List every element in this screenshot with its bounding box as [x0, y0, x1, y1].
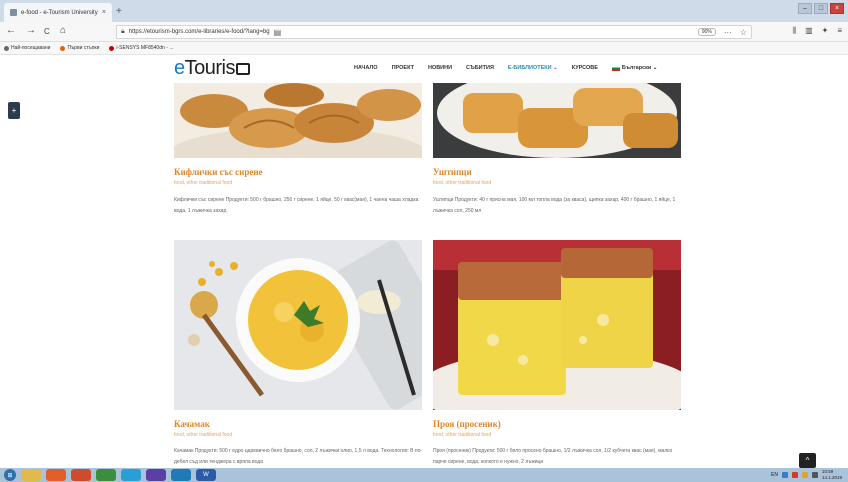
recipe-image[interactable]	[174, 240, 422, 410]
browser-titlebar: e-food - e-Tourism University × + – □ ×	[0, 0, 848, 22]
reader-view-icon[interactable]: ▤	[274, 28, 282, 37]
url-text[interactable]: https://etourism-bgrs.com/e-libraries/e-…	[129, 29, 270, 35]
back-button[interactable]: ←	[6, 25, 16, 36]
side-panel-toggle[interactable]: +	[8, 102, 20, 119]
site-header: eTouris НАЧАЛО ПРОЕКТ НОВИНИ СЪБИТИЯ E-Б…	[0, 55, 848, 83]
bookmarks-bar: Най-посещавани Първи стъпки i-SENSYS MF8…	[0, 42, 848, 55]
suitcase-icon	[235, 63, 250, 75]
recipe-title[interactable]: Уштипци	[433, 167, 472, 177]
skype-icon[interactable]	[171, 469, 191, 481]
windows-taskbar: ⊞ W EN 10:59 14.1.2019	[0, 468, 848, 482]
antivirus-icon[interactable]	[791, 472, 798, 478]
croissant-photo	[174, 83, 422, 158]
clock[interactable]: 10:59 14.1.2019	[822, 469, 842, 481]
new-tab-button[interactable]: +	[116, 6, 122, 17]
bookmark-item[interactable]: Най-посещавани	[4, 45, 50, 51]
site-logo[interactable]: eTouris	[174, 57, 250, 80]
url-bar[interactable]: 🔒︎ https://etourism-bgrs.com/e-libraries…	[116, 25, 752, 39]
home-button[interactable]: ⌂	[60, 25, 66, 36]
bookmark-item[interactable]: i-SENSYS MF8540dn - ...	[109, 45, 173, 51]
menu-item-events[interactable]: СЪБИТИЯ	[466, 65, 494, 71]
recipe-description: Уштипци Продукти: 40 г прясна мая, 100 м…	[433, 197, 676, 214]
menu-item-project[interactable]: ПРОЕКТ	[392, 65, 414, 71]
recipe-categories[interactable]: food, other traditional food	[433, 180, 491, 186]
menu-item-news[interactable]: НОВИНИ	[428, 65, 452, 71]
browser-toolbar-right: ⫼ ▥ ✦ ≡	[792, 26, 842, 36]
forward-button[interactable]: →	[26, 25, 36, 36]
recipe-title[interactable]: Проя (просеник)	[433, 419, 501, 429]
menu-icon[interactable]: ≡	[837, 26, 842, 36]
start-button[interactable]: ⊞	[4, 469, 16, 481]
recipe-description: Кифлички със сирене Продукти: 500 г браш…	[174, 197, 419, 214]
menu-item-e-libraries[interactable]: E-БИБЛИОТЕКИ ⌄	[508, 65, 558, 71]
close-window-button[interactable]: ×	[830, 3, 844, 14]
lock-icon: 🔒︎	[121, 28, 125, 35]
library-icon[interactable]: ⫼	[792, 26, 796, 36]
maximize-button[interactable]: □	[814, 3, 828, 14]
menu-item-courses[interactable]: КУРСОВЕ	[572, 65, 598, 71]
kachamak-photo	[174, 240, 422, 410]
gear-icon	[4, 45, 9, 51]
canon-icon	[109, 45, 115, 51]
zoom-level[interactable]: 90%	[697, 28, 716, 36]
update-icon[interactable]	[801, 472, 808, 478]
sidebar-icon[interactable]: ▥	[805, 26, 813, 36]
recipe-image[interactable]	[174, 83, 422, 158]
recipe-description: Качамак Продукти: 500 г едро царевично б…	[174, 448, 423, 465]
reload-button[interactable]: C	[44, 27, 50, 36]
firefox-icon[interactable]	[46, 469, 66, 481]
browser-navbar: ← → C ⌂ 🔒︎ https://etourism-bgrs.com/e-l…	[0, 22, 848, 42]
system-tray: EN 10:59 14.1.2019	[771, 469, 848, 481]
recipe-categories[interactable]: food, other traditional food	[174, 432, 232, 438]
language-selector[interactable]: Български ⌄	[611, 65, 657, 71]
volume-icon[interactable]	[811, 472, 818, 478]
browser-tab[interactable]: e-food - e-Tourism University ×	[4, 3, 112, 22]
page-actions-icon[interactable]: ···	[724, 28, 732, 37]
fritters-photo	[433, 83, 681, 158]
recipe-categories[interactable]: food, other traditional food	[174, 180, 232, 186]
tab-close-icon[interactable]: ×	[102, 9, 106, 16]
tab-favicon-icon	[10, 9, 17, 16]
input-language[interactable]: EN	[771, 472, 778, 478]
web-page: eTouris НАЧАЛО ПРОЕКТ НОВИНИ СЪБИТИЯ E-Б…	[0, 55, 848, 468]
internet-explorer-icon[interactable]	[121, 469, 141, 481]
bookmark-star-icon[interactable]: ☆	[740, 28, 747, 37]
word-icon[interactable]: W	[196, 469, 216, 481]
recipe-image[interactable]	[433, 240, 681, 410]
media-player-icon[interactable]	[71, 469, 91, 481]
recipe-categories[interactable]: food, other traditional food	[433, 432, 491, 438]
firefox-icon	[60, 45, 66, 51]
bulgarian-flag-icon	[611, 65, 620, 71]
tab-title: e-food - e-Tourism University	[21, 9, 98, 16]
extension-icon[interactable]: ✦	[822, 26, 829, 36]
recipe-title[interactable]: Качамак	[174, 419, 210, 429]
chrome-icon[interactable]	[96, 469, 116, 481]
main-menu: НАЧАЛО ПРОЕКТ НОВИНИ СЪБИТИЯ E-БИБЛИОТЕК…	[354, 65, 657, 71]
scroll-to-top-button[interactable]: ^	[799, 453, 816, 468]
viber-icon[interactable]	[146, 469, 166, 481]
explorer-icon[interactable]	[21, 469, 41, 481]
menu-item-home[interactable]: НАЧАЛО	[354, 65, 378, 71]
bookmark-item[interactable]: Първи стъпки	[60, 45, 99, 51]
recipe-description: Проя (просеник) Продукти: 500 г бяло про…	[433, 448, 673, 465]
window-controls: – □ ×	[798, 3, 844, 14]
recipe-image[interactable]	[433, 83, 681, 158]
recipe-title[interactable]: Кифлички със сирене	[174, 167, 263, 177]
minimize-button[interactable]: –	[798, 3, 812, 14]
network-icon[interactable]	[781, 472, 788, 478]
proya-photo	[433, 240, 681, 410]
